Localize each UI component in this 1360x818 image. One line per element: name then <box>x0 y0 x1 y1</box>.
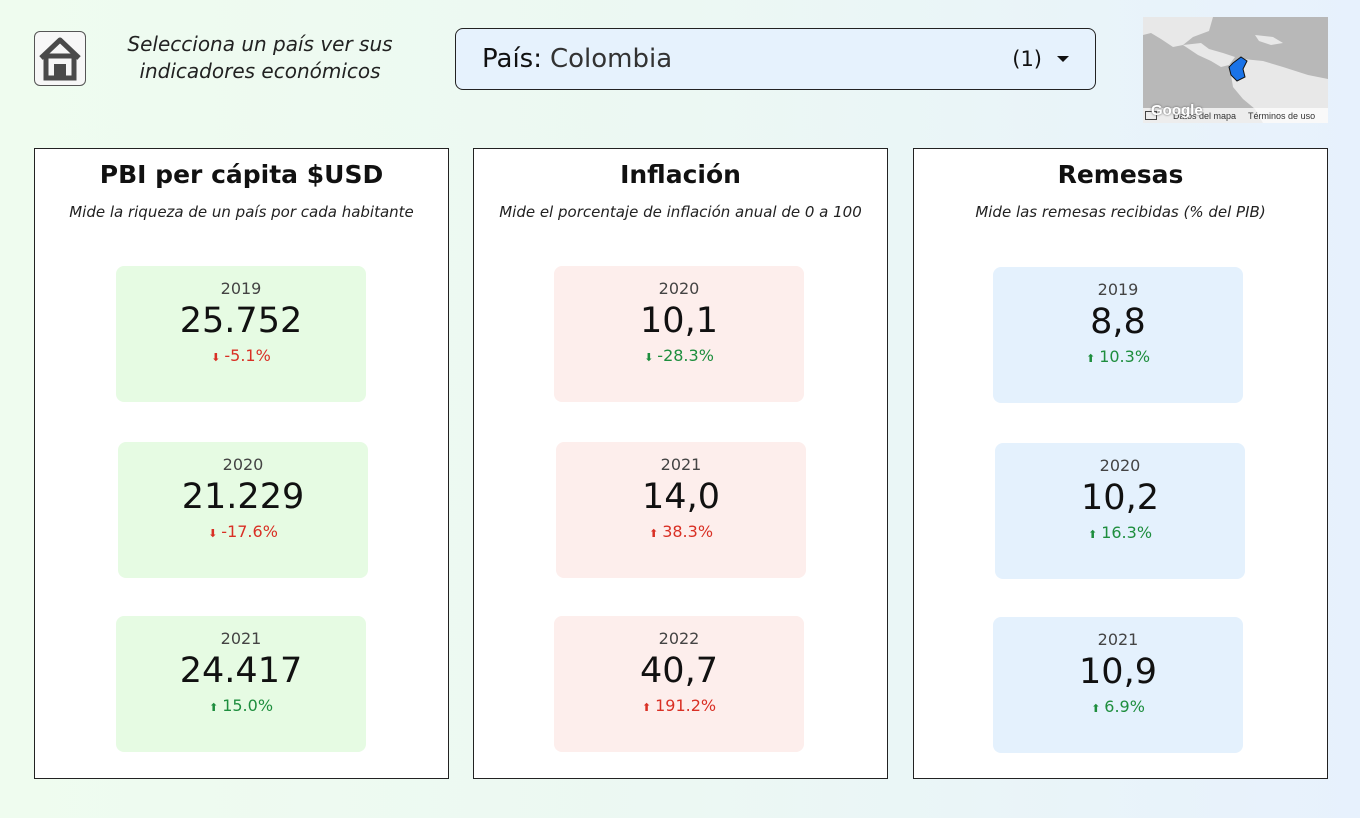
kpi-year: 2022 <box>658 629 700 648</box>
arrow-up-icon: ⬆ <box>1087 528 1098 541</box>
selected-count: (1) <box>1012 47 1042 71</box>
arrow-up-icon: ⬆ <box>1091 702 1101 715</box>
kpi-value: 24.417 <box>179 651 303 691</box>
country-dropdown[interactable]: País: Colombia (1) <box>455 28 1096 90</box>
kpi-card: 2019 25.752 ⬇ -5.1% <box>116 266 366 402</box>
kpi-delta: ⬆ 191.2% <box>641 696 717 715</box>
home-icon <box>39 37 81 80</box>
arrow-down-icon: ⬇ <box>644 351 654 364</box>
kpi-card: 2020 10,2 ⬆ 16.3% <box>995 443 1245 579</box>
panel-title: Inflación <box>620 160 741 189</box>
kpi-card: 2021 10,9 ⬆ 6.9% <box>993 617 1243 753</box>
terms-link[interactable]: Términos de uso <box>1248 111 1315 121</box>
kpi-delta: ⬆ 10.3% <box>1085 347 1151 366</box>
kpi-value: 8,8 <box>1090 302 1146 342</box>
kpi-year: 2019 <box>220 279 262 298</box>
kpi-value: 10,2 <box>1081 478 1159 518</box>
panel-subtitle: Mide las remesas recibidas (% del PIB) <box>975 203 1266 221</box>
panel-subtitle: Mide el porcentaje de inflación anual de… <box>499 203 862 221</box>
kpi-year: 2021 <box>1097 630 1139 649</box>
arrow-down-icon: ⬇ <box>211 351 221 364</box>
kpi-value: 10,1 <box>640 301 718 341</box>
kpi-year: 2020 <box>658 279 700 298</box>
kpi-card: 2021 24.417 ⬆ 15.0% <box>116 616 366 752</box>
arrow-up-icon: ⬆ <box>641 701 652 714</box>
arrow-up-icon: ⬆ <box>208 701 219 714</box>
kpi-delta: ⬇ -28.3% <box>644 346 714 365</box>
kpi-value: 10,9 <box>1079 652 1157 692</box>
kpi-value: 21.229 <box>181 477 305 517</box>
country-label: País: <box>482 44 542 74</box>
instruction-text: Selecciona un país ver sus indicadores e… <box>127 32 393 83</box>
kpi-year: 2020 <box>1099 456 1141 475</box>
kpi-year: 2019 <box>1097 280 1139 299</box>
google-logo: Google <box>1151 102 1203 119</box>
pbi-panel: PBI per cápita $USD Mide la riqueza de u… <box>34 148 449 779</box>
country-map[interactable]: Google Datos del mapa Términos de uso <box>1143 17 1328 123</box>
kpi-year: 2021 <box>660 455 702 474</box>
kpi-card: 2021 14,0 ⬆ 38.3% <box>556 442 806 578</box>
kpi-delta: ⬇ -17.6% <box>208 522 278 541</box>
remittances-panel: Remesas Mide las remesas recibidas (% de… <box>913 148 1328 779</box>
kpi-delta: ⬆ 15.0% <box>208 696 274 715</box>
arrow-down-icon: ⬇ <box>208 527 218 540</box>
kpi-delta: ⬆ 16.3% <box>1087 523 1153 542</box>
home-button[interactable] <box>34 31 86 86</box>
kpi-delta: ⬇ -5.1% <box>211 346 271 365</box>
kpi-value: 14,0 <box>642 477 720 517</box>
kpi-card: 2020 10,1 ⬇ -28.3% <box>554 266 804 402</box>
kpi-value: 40,7 <box>640 651 718 691</box>
kpi-card: 2019 8,8 ⬆ 10.3% <box>993 267 1243 403</box>
chevron-down-icon <box>1057 56 1069 62</box>
kpi-year: 2020 <box>222 455 264 474</box>
arrow-up-icon: ⬆ <box>648 527 659 540</box>
panel-subtitle: Mide la riqueza de un país por cada habi… <box>69 203 414 221</box>
kpi-card: 2022 40,7 ⬆ 191.2% <box>554 616 804 752</box>
panel-title: PBI per cápita $USD <box>99 160 384 189</box>
arrow-up-icon: ⬆ <box>1085 352 1096 365</box>
country-value: Colombia <box>549 44 673 74</box>
inflation-panel: Inflación Mide el porcentaje de inflació… <box>473 148 888 779</box>
kpi-delta: ⬆ 38.3% <box>648 522 714 541</box>
panel-title: Remesas <box>1057 160 1184 189</box>
kpi-card: 2020 21.229 ⬇ -17.6% <box>118 442 368 578</box>
kpi-year: 2021 <box>220 629 262 648</box>
kpi-delta: ⬆ 6.9% <box>1091 697 1145 716</box>
kpi-value: 25.752 <box>179 301 303 341</box>
